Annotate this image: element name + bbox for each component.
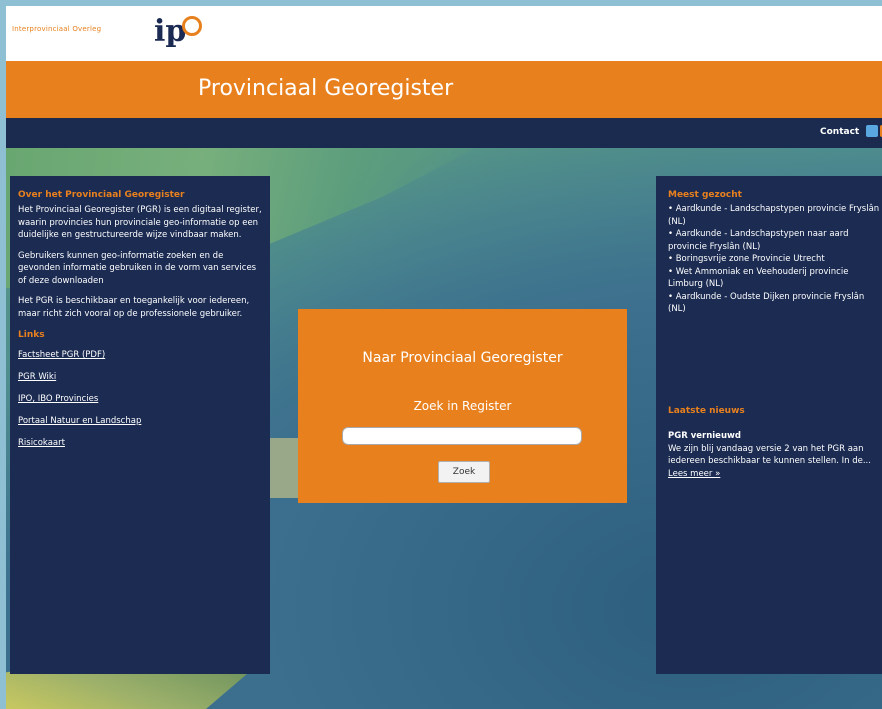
about-paragraph: Het Provinciaal Georegister (PGR) is een… xyxy=(18,205,262,240)
popular-item[interactable]: • Boringsvrije zone Provincie Utrecht xyxy=(668,253,882,266)
link-portaal[interactable]: Portaal Natuur en Landschap xyxy=(18,416,266,426)
news-title: PGR vernieuwd xyxy=(668,431,741,441)
page: Interprovinciaal Overleg ip Provinciaal … xyxy=(6,6,882,709)
logo-ring-icon xyxy=(182,16,202,36)
search-box: Naar Provinciaal Georegister Zoek in Reg… xyxy=(298,309,627,503)
twitter-icon[interactable] xyxy=(866,125,878,137)
news-text: We zijn blij vandaag versie 2 van het PG… xyxy=(668,443,882,481)
popular-content: Meest gezocht • Aardkunde - Landschapsty… xyxy=(668,190,882,316)
about-panel: Over het Provinciaal Georegister Het Pro… xyxy=(10,176,270,674)
navbar: Contact xyxy=(6,118,882,148)
about-paragraph: Het PGR is beschikbaar en toegankelijk v… xyxy=(18,296,250,319)
news-content: Laatste nieuws PGR vernieuwd We zijn bli… xyxy=(668,406,882,480)
search-button[interactable]: Zoek xyxy=(438,461,490,483)
news-heading: Laatste nieuws xyxy=(668,406,745,416)
search-input[interactable] xyxy=(342,427,582,445)
link-ipo[interactable]: IPO, IBO Provincies xyxy=(18,394,266,404)
banner: Provinciaal Georegister xyxy=(6,61,882,118)
about-paragraph: Gebruikers kunnen geo-informatie zoeken … xyxy=(18,250,257,286)
news-body: We zijn blij vandaag versie 2 van het PG… xyxy=(668,443,871,467)
search-box-title: Naar Provinciaal Georegister xyxy=(362,350,563,366)
top-header: Interprovinciaal Overleg ip xyxy=(6,6,882,61)
popular-item[interactable]: • Aardkunde - Oudste Dijken provincie Fr… xyxy=(668,291,882,316)
site-title: Provinciaal Georegister xyxy=(198,76,454,101)
about-heading: Over het Provinciaal Georegister xyxy=(18,190,185,200)
ipo-tagline: Interprovinciaal Overleg xyxy=(12,25,102,33)
ipo-logo[interactable]: ip xyxy=(154,14,186,49)
popular-item[interactable]: • Aardkunde - Landschapstypen naar aard … xyxy=(668,228,882,253)
about-content: Over het Provinciaal Georegister Het Pro… xyxy=(18,190,266,448)
link-risicokaart[interactable]: Risicokaart xyxy=(18,438,266,448)
link-pgr-wiki[interactable]: PGR Wiki xyxy=(18,372,266,382)
search-label: Zoek in Register xyxy=(413,399,512,413)
map-land xyxy=(268,438,298,498)
popular-item[interactable]: • Aardkunde - Landschapstypen provincie … xyxy=(668,203,882,228)
popular-panel: Meest gezocht • Aardkunde - Landschapsty… xyxy=(656,176,882,674)
contact-link[interactable]: Contact xyxy=(820,127,859,137)
news-read-more-link[interactable]: Lees meer » xyxy=(668,469,720,479)
popular-heading: Meest gezocht xyxy=(668,190,742,200)
links-heading: Links xyxy=(18,330,45,340)
popular-item[interactable]: • Wet Ammoniak en Veehouderij provincie … xyxy=(668,266,882,291)
link-factsheet[interactable]: Factsheet PGR (PDF) xyxy=(18,350,266,360)
